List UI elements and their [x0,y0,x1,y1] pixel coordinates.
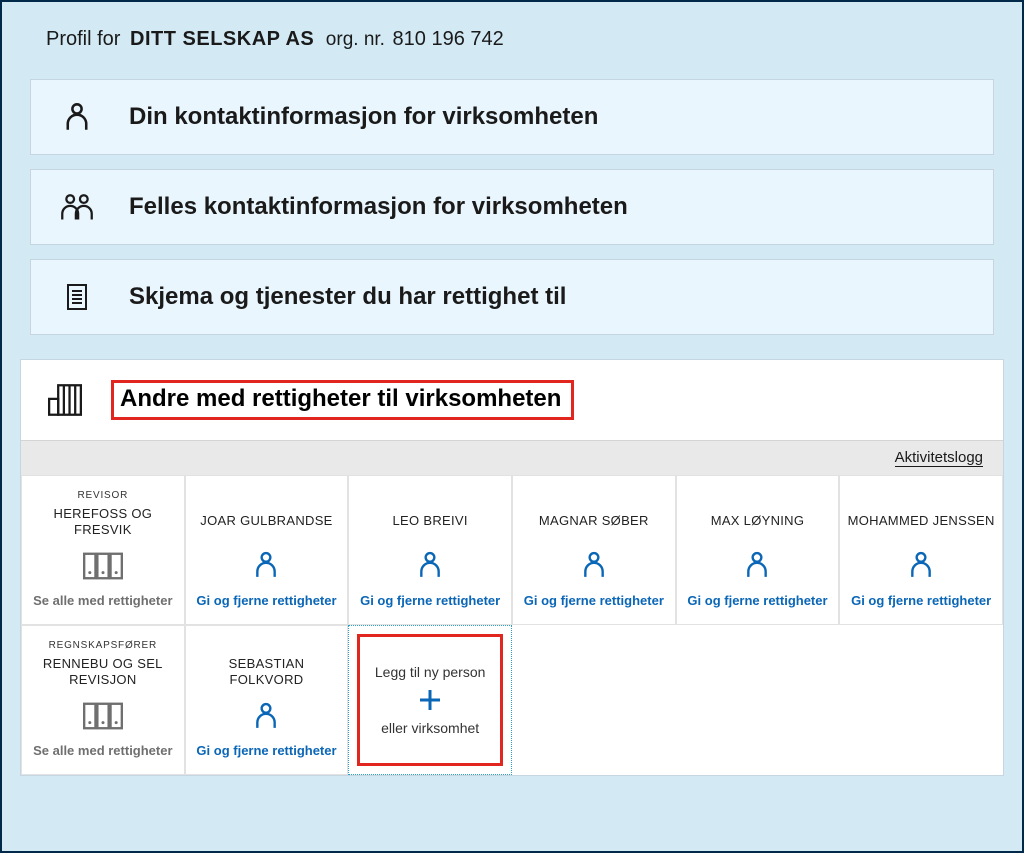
card-name: LEO BREIVI [393,506,468,536]
org-number-label: org. nr. [326,29,385,50]
card-action-link[interactable]: Se alle med rettigheter [33,593,172,608]
people-icon [59,192,95,222]
plus-icon [416,686,444,714]
add-line2: eller virksomhet [381,720,479,736]
section-title-highlight: Andre med rettigheter til virksomheten [111,380,574,420]
panel-own-contact[interactable]: Din kontaktinformasjon for virksomheten [30,79,994,155]
profile-header: Profil for DITT SELSKAP AS org. nr. 810 … [46,28,1002,51]
rights-card[interactable]: JOAR GULBRANDSE Gi og fjerne rettigheter [185,475,349,625]
card-action-link[interactable]: Gi og fjerne rettigheter [687,593,827,608]
activity-log-link[interactable]: Aktivitetslogg [895,449,983,467]
rights-card[interactable]: MAGNAR SØBER Gi og fjerne rettigheter [512,475,676,625]
rights-card[interactable]: MOHAMMED JENSSEN Gi og fjerne rettigheter [839,475,1003,625]
card-action-link[interactable]: Gi og fjerne rettigheter [524,593,664,608]
panel-label: Din kontaktinformasjon for virksomheten [129,103,598,131]
card-name: HEREFOSS OG FRESVIK [28,506,178,539]
card-name: MAGNAR SØBER [539,506,649,536]
card-action-link[interactable]: Gi og fjerne rettigheter [360,593,500,608]
card-name: MAX LØYNING [711,506,805,536]
person-icon [253,695,279,738]
profile-prefix: Profil for [46,28,120,50]
rights-card[interactable]: REVISOR HEREFOSS OG FRESVIK Se alle med re… [21,475,185,625]
card-action-link[interactable]: Se alle med rettigheter [33,743,172,758]
document-icon [59,282,95,312]
rights-card[interactable]: REGNSKAPSFØRER RENNEBU OG SEL REVISJON Se … [21,625,185,775]
rights-card[interactable]: SEBASTIAN FOLKVORD Gi og fjerne rettighet… [185,625,349,775]
section-others-with-rights: Andre med rettigheter til virksomheten A… [20,359,1004,776]
books-icon [80,695,126,738]
card-name: RENNEBU OG SEL REVISJON [28,656,178,689]
card-name: JOAR GULBRANDSE [200,506,332,536]
person-icon [253,542,279,587]
books-icon [80,545,126,588]
card-role: REVISOR [78,490,129,502]
panel-label: Felles kontaktinformasjon for virksomhet… [129,193,628,221]
rights-card[interactable]: LEO BREIVI Gi og fjerne rettigheter [348,475,512,625]
building-icon [45,383,89,417]
person-icon [581,542,607,587]
person-icon [908,542,934,587]
add-line1: Legg til ny person [375,664,486,680]
card-action-link[interactable]: Gi og fjerne rettigheter [851,593,991,608]
person-icon [744,542,770,587]
card-name: SEBASTIAN FOLKVORD [192,656,342,689]
panel-forms-rights[interactable]: Skjema og tjenester du har rettighet til [30,259,994,335]
card-action-link[interactable]: Gi og fjerne rettigheter [196,593,336,608]
org-number: 810 196 742 [393,28,504,50]
rights-card[interactable]: MAX LØYNING Gi og fjerne rettigheter [676,475,840,625]
panel-shared-contact[interactable]: Felles kontaktinformasjon for virksomhet… [30,169,994,245]
person-icon [59,102,95,132]
card-action-link[interactable]: Gi og fjerne rettigheter [196,743,336,758]
card-role: REGNSKAPSFØRER [49,640,157,652]
section-toolbar: Aktivitetslogg [21,440,1003,475]
company-name: DITT SELSKAP AS [130,28,314,50]
add-person-or-org[interactable]: Legg til ny person eller virksomhet [348,625,512,775]
panel-label: Skjema og tjenester du har rettighet til [129,283,566,311]
card-name: MOHAMMED JENSSEN [848,506,995,536]
person-icon [417,542,443,587]
section-title: Andre med rettigheter til virksomheten [120,385,561,412]
